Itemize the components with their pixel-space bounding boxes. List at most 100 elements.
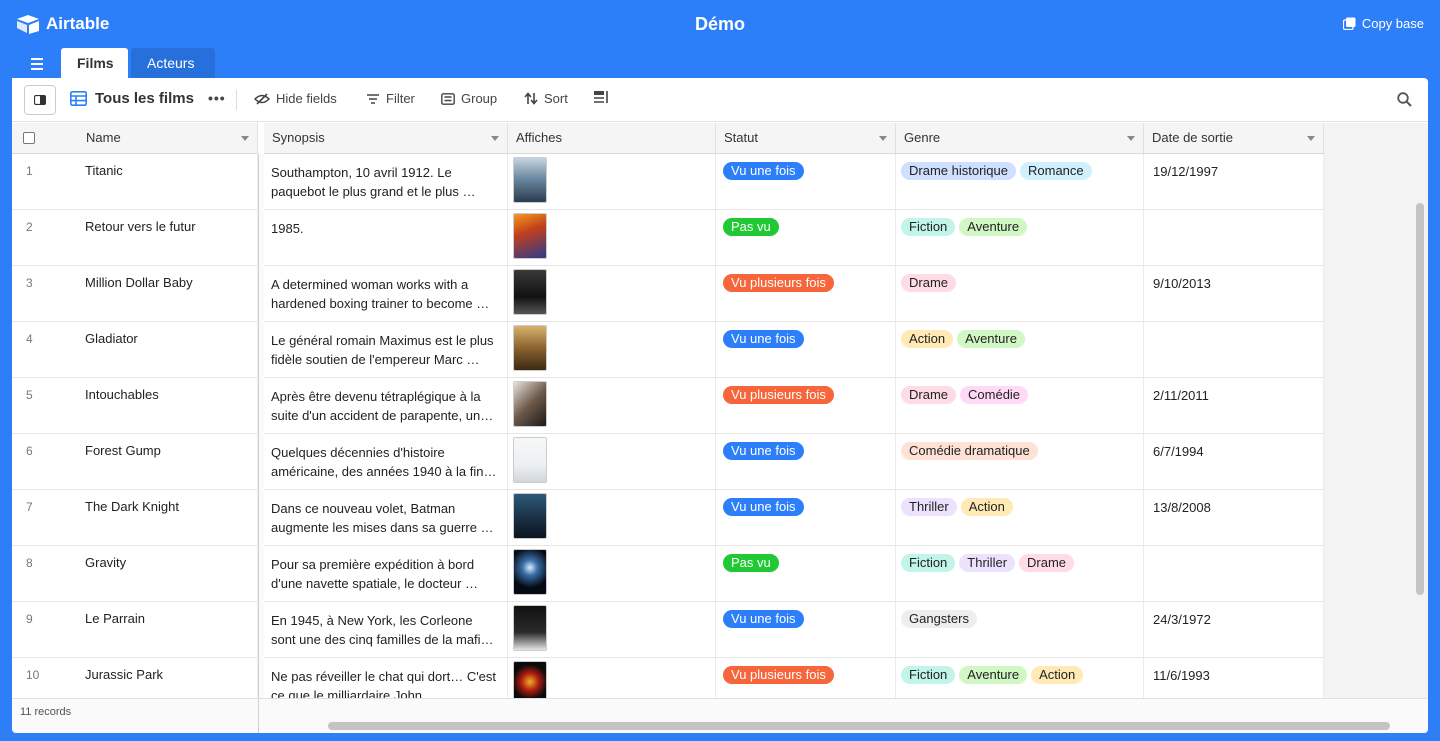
filter-button[interactable]: Filter	[366, 91, 415, 106]
cell-date[interactable]	[1144, 210, 1324, 266]
header-synopsis[interactable]: Synopsis	[264, 123, 508, 154]
cell-date[interactable]: 2/11/2011	[1144, 378, 1324, 434]
back-to-the-future-poster[interactable]	[513, 213, 547, 259]
table-row[interactable]: 8 Gravity Pour sa première expédition à …	[12, 546, 1324, 602]
cell-statut[interactable]: Vu une fois	[716, 602, 896, 658]
cell-synopsis[interactable]: Dans ce nouveau volet, Batman augmente l…	[264, 490, 508, 546]
cell-genre[interactable]: Drame historique Romance	[896, 154, 1144, 210]
cell-affiches[interactable]	[508, 490, 716, 546]
sort-button[interactable]: Sort	[524, 91, 568, 106]
table-row[interactable]: 9 Le Parrain En 1945, à New York, les Co…	[12, 602, 1324, 658]
cell-affiches[interactable]	[508, 546, 716, 602]
header-genre[interactable]: Genre	[896, 123, 1144, 154]
cell-statut[interactable]: Pas vu	[716, 546, 896, 602]
cell-synopsis[interactable]: A determined woman works with a hardened…	[264, 266, 508, 322]
chevron-down-icon[interactable]	[1307, 136, 1315, 141]
cell-date[interactable]: 13/8/2008	[1144, 490, 1324, 546]
airtable-logo[interactable]: Airtable	[16, 14, 109, 34]
cell-affiches[interactable]	[508, 322, 716, 378]
cell-statut[interactable]: Vu plusieurs fois	[716, 378, 896, 434]
cell-date[interactable]	[1144, 546, 1324, 602]
cell-genre[interactable]: Thriller Action	[896, 490, 1144, 546]
view-more-button[interactable]: •••	[208, 90, 226, 106]
cell-statut[interactable]: Vu une fois	[716, 434, 896, 490]
cell-date[interactable]: 24/3/1972	[1144, 602, 1324, 658]
tab-films[interactable]: Films	[61, 48, 128, 78]
cell-date[interactable]: 6/7/1994	[1144, 434, 1324, 490]
million-dollar-baby-poster[interactable]	[513, 269, 547, 315]
header-name[interactable]: Name	[12, 123, 258, 154]
header-statut[interactable]: Statut	[716, 123, 896, 154]
row-height-button[interactable]	[594, 91, 609, 103]
cell-name[interactable]: Titanic	[74, 154, 258, 210]
hide-fields-button[interactable]: Hide fields	[254, 91, 337, 106]
table-row[interactable]: 6 Forest Gump Quelques décennies d'histo…	[12, 434, 1324, 490]
cell-name[interactable]: Retour vers le futur	[74, 210, 258, 266]
cell-date[interactable]: 9/10/2013	[1144, 266, 1324, 322]
table-row[interactable]: 1 Titanic Southampton, 10 avril 1912. Le…	[12, 154, 1324, 210]
intouchables-poster[interactable]	[513, 381, 547, 427]
vertical-scrollbar[interactable]	[1416, 203, 1424, 595]
cell-affiches[interactable]	[508, 378, 716, 434]
table-row[interactable]: 4 Gladiator Le général romain Maximus es…	[12, 322, 1324, 378]
cell-genre[interactable]: Fiction Aventure	[896, 210, 1144, 266]
cell-name[interactable]: Million Dollar Baby	[74, 266, 258, 322]
table-row[interactable]: 2 Retour vers le futur 1985. Pas vu Fict…	[12, 210, 1324, 266]
cell-genre[interactable]: Fiction Thriller Drame	[896, 546, 1144, 602]
cell-statut[interactable]: Vu une fois	[716, 154, 896, 210]
chevron-down-icon[interactable]	[241, 136, 249, 141]
cell-genre[interactable]: Comédie dramatique	[896, 434, 1144, 490]
cell-statut[interactable]: Vu une fois	[716, 490, 896, 546]
titanic-poster[interactable]	[513, 157, 547, 203]
cell-name[interactable]: The Dark Knight	[74, 490, 258, 546]
view-selector[interactable]: Tous les films	[70, 90, 194, 107]
group-button[interactable]: Group	[441, 91, 497, 106]
search-icon[interactable]	[1397, 92, 1412, 112]
cell-synopsis[interactable]: 1985.	[264, 210, 508, 266]
cell-affiches[interactable]	[508, 154, 716, 210]
tab-acteurs[interactable]: Acteurs	[131, 48, 215, 78]
horizontal-scrollbar[interactable]	[328, 722, 1390, 730]
hamburger-menu-icon[interactable]	[26, 55, 48, 73]
cell-genre[interactable]: Drame Comédie	[896, 378, 1144, 434]
select-all-checkbox[interactable]	[23, 132, 35, 144]
cell-affiches[interactable]	[508, 602, 716, 658]
cell-statut[interactable]: Pas vu	[716, 210, 896, 266]
cell-synopsis[interactable]: Southampton, 10 avril 1912. Le paquebot …	[264, 154, 508, 210]
cell-name[interactable]: Gravity	[74, 546, 258, 602]
cell-affiches[interactable]	[508, 434, 716, 490]
gladiator-poster[interactable]	[513, 325, 547, 371]
godfather-poster[interactable]	[513, 605, 547, 651]
cell-synopsis[interactable]: Pour sa première expédition à bord d'une…	[264, 546, 508, 602]
chevron-down-icon[interactable]	[1127, 136, 1135, 141]
cell-name[interactable]: Intouchables	[74, 378, 258, 434]
cell-synopsis[interactable]: Après être devenu tétraplégique à la sui…	[264, 378, 508, 434]
dark-knight-poster[interactable]	[513, 493, 547, 539]
header-affiches[interactable]: Affiches	[508, 123, 716, 154]
cell-date[interactable]: 19/12/1997	[1144, 154, 1324, 210]
gravity-poster[interactable]	[513, 549, 547, 595]
cell-synopsis[interactable]: Le général romain Maximus est le plus fi…	[264, 322, 508, 378]
table-row[interactable]: 7 The Dark Knight Dans ce nouveau volet,…	[12, 490, 1324, 546]
cell-statut[interactable]: Vu plusieurs fois	[716, 266, 896, 322]
cell-name[interactable]: Forest Gump	[74, 434, 258, 490]
chevron-down-icon[interactable]	[491, 136, 499, 141]
cell-synopsis[interactable]: En 1945, à New York, les Corleone sont u…	[264, 602, 508, 658]
cell-date[interactable]	[1144, 322, 1324, 378]
cell-name[interactable]: Le Parrain	[74, 602, 258, 658]
forrest-gump-poster[interactable]	[513, 437, 547, 483]
cell-genre[interactable]: Action Aventure	[896, 322, 1144, 378]
cell-affiches[interactable]	[508, 266, 716, 322]
table-row[interactable]: 3 Million Dollar Baby A determined woman…	[12, 266, 1324, 322]
copy-base-button[interactable]: Copy base	[1342, 16, 1424, 31]
header-date[interactable]: Date de sortie	[1144, 123, 1324, 154]
cell-genre[interactable]: Gangsters	[896, 602, 1144, 658]
cell-genre[interactable]: Drame	[896, 266, 1144, 322]
sidebar-toggle-button[interactable]	[24, 85, 56, 115]
cell-statut[interactable]: Vu une fois	[716, 322, 896, 378]
table-row[interactable]: 5 Intouchables Après être devenu tétrapl…	[12, 378, 1324, 434]
cell-synopsis[interactable]: Quelques décennies d'histoire américaine…	[264, 434, 508, 490]
chevron-down-icon[interactable]	[879, 136, 887, 141]
cell-affiches[interactable]	[508, 210, 716, 266]
cell-name[interactable]: Gladiator	[74, 322, 258, 378]
